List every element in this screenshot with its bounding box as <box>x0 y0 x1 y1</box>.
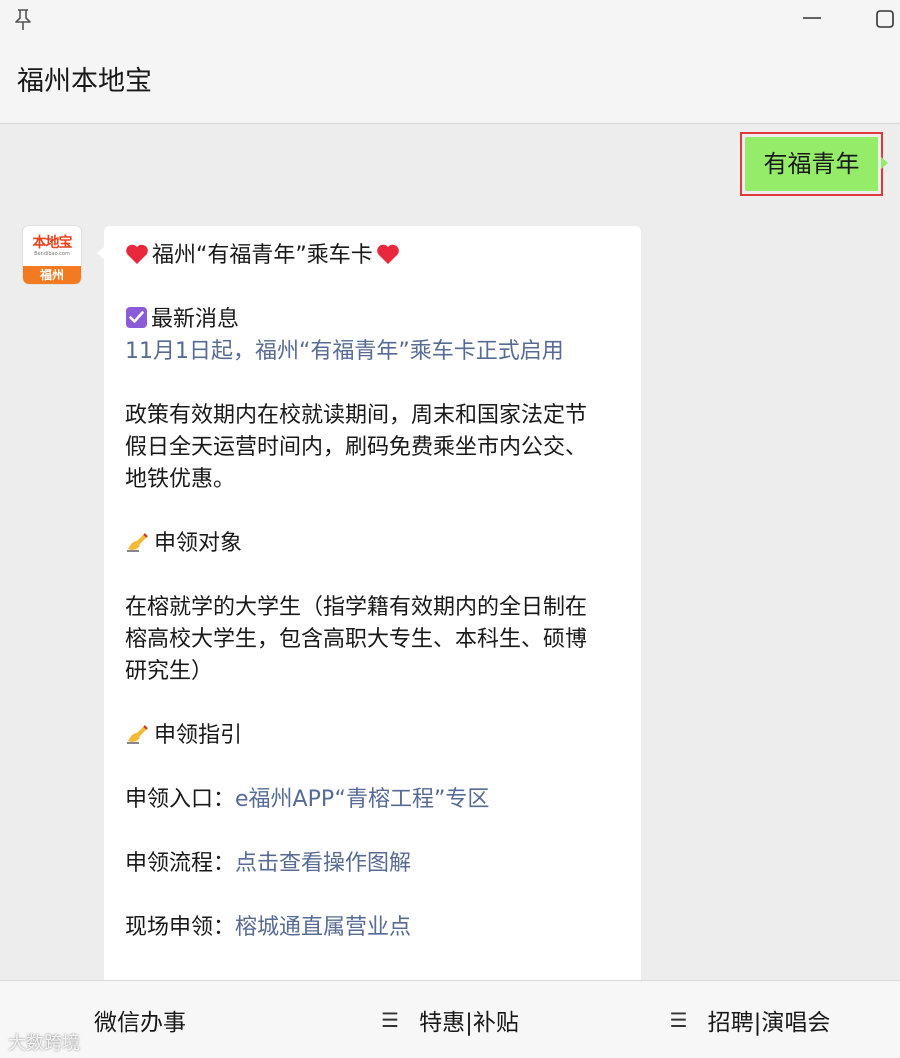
received-bubble-tail <box>97 247 104 259</box>
target-title-line: 申领对象 <box>125 528 621 560</box>
news-link[interactable]: 11月1日起，福州“有福青年”乘车卡正式启用 <box>125 336 621 368</box>
target-title: 申领对象 <box>154 531 243 556</box>
policy-line: 假日全天运营时间内，刷码免费乘坐市内公交、 <box>125 435 588 460</box>
writing-hand-icon <box>127 533 148 552</box>
heart-icon <box>376 244 399 264</box>
avatar-city-label: 福州 <box>23 266 81 284</box>
account-menu-bar: 微信办事 ☰ 特惠|补贴 ☰ 招聘|演唱会 <box>0 980 900 1058</box>
minimize-icon[interactable] <box>801 8 823 28</box>
menu-item-jobs-concerts[interactable]: ☰ 招聘|演唱会 <box>600 981 900 1058</box>
policy-line: 地铁优惠。 <box>125 467 236 492</box>
news-title-line: 最新消息 <box>125 304 621 336</box>
guide-title-line: 申领指引 <box>125 720 621 752</box>
hamburger-icon: ☰ <box>669 1008 688 1032</box>
received-message-bubble: 福州“有福青年”乘车卡 最新消息 11月1日起，福州“有福青年”乘车卡正式启用 … <box>104 226 641 980</box>
chat-title: 福州本地宝 <box>17 66 152 97</box>
target-line: 在榕就学的大学生（指学籍有效期内的全日制在 <box>125 595 588 620</box>
news-title: 最新消息 <box>151 307 240 332</box>
avatar-logo-area: 本地宝 Bendibao.com <box>23 226 81 266</box>
process-link[interactable]: 点击查看操作图解 <box>235 851 411 876</box>
sent-bubble-tail <box>881 157 888 169</box>
onsite-line: 现场申领：榕城通直属营业点 <box>125 912 621 944</box>
menu-item-discount-subsidy[interactable]: ☰ 特惠|补贴 <box>300 981 600 1058</box>
chat-area[interactable]: 有福青年 本地宝 Bendibao.com 福州 福州“有福青年”乘车卡 最新消… <box>0 125 900 980</box>
policy-line: 政策有效期内在校就读期间，周末和国家法定节 <box>125 403 588 428</box>
entry-line: 申领入口：e福州APP“青榕工程”专区 <box>125 784 621 816</box>
writing-hand-icon <box>127 725 148 744</box>
menu-item-label: 招聘|演唱会 <box>707 1010 831 1036</box>
avatar-domain-text: Bendibao.com <box>34 250 70 257</box>
window-title-bar: 福州本地宝 <box>0 0 900 124</box>
entry-link[interactable]: e福州APP“青榕工程”专区 <box>235 787 489 812</box>
watermark: 大数跨境 <box>8 1033 80 1054</box>
heart-icon <box>126 244 148 264</box>
onsite-link[interactable]: 榕城通直属营业点 <box>235 915 411 940</box>
onsite-label: 现场申领： <box>125 915 236 940</box>
process-line: 申领流程：点击查看操作图解 <box>125 848 621 880</box>
sent-message-highlight: 有福青年 <box>740 132 883 196</box>
message-heading: 福州“有福青年”乘车卡 <box>152 243 373 268</box>
pin-icon[interactable] <box>12 8 34 32</box>
avatar-logo-text: 本地宝 <box>32 234 73 251</box>
guide-title: 申领指引 <box>154 723 243 748</box>
message-heading-line: 福州“有福青年”乘车卡 <box>125 240 621 272</box>
hamburger-icon: ☰ <box>381 1008 400 1032</box>
checkbox-checked-icon <box>126 307 147 328</box>
menu-item-label: 微信办事 <box>94 1010 186 1036</box>
maximize-icon[interactable] <box>875 9 895 29</box>
official-account-avatar[interactable]: 本地宝 Bendibao.com 福州 <box>23 226 81 284</box>
target-line: 研究生） <box>125 659 214 684</box>
sent-message-bubble[interactable]: 有福青年 <box>745 137 878 191</box>
process-label: 申领流程： <box>125 851 236 876</box>
menu-item-label: 特惠|补贴 <box>419 1010 519 1036</box>
target-line: 榕高校大学生，包含高职大专生、本科生、硕博 <box>125 627 588 652</box>
entry-label: 申领入口： <box>125 787 236 812</box>
